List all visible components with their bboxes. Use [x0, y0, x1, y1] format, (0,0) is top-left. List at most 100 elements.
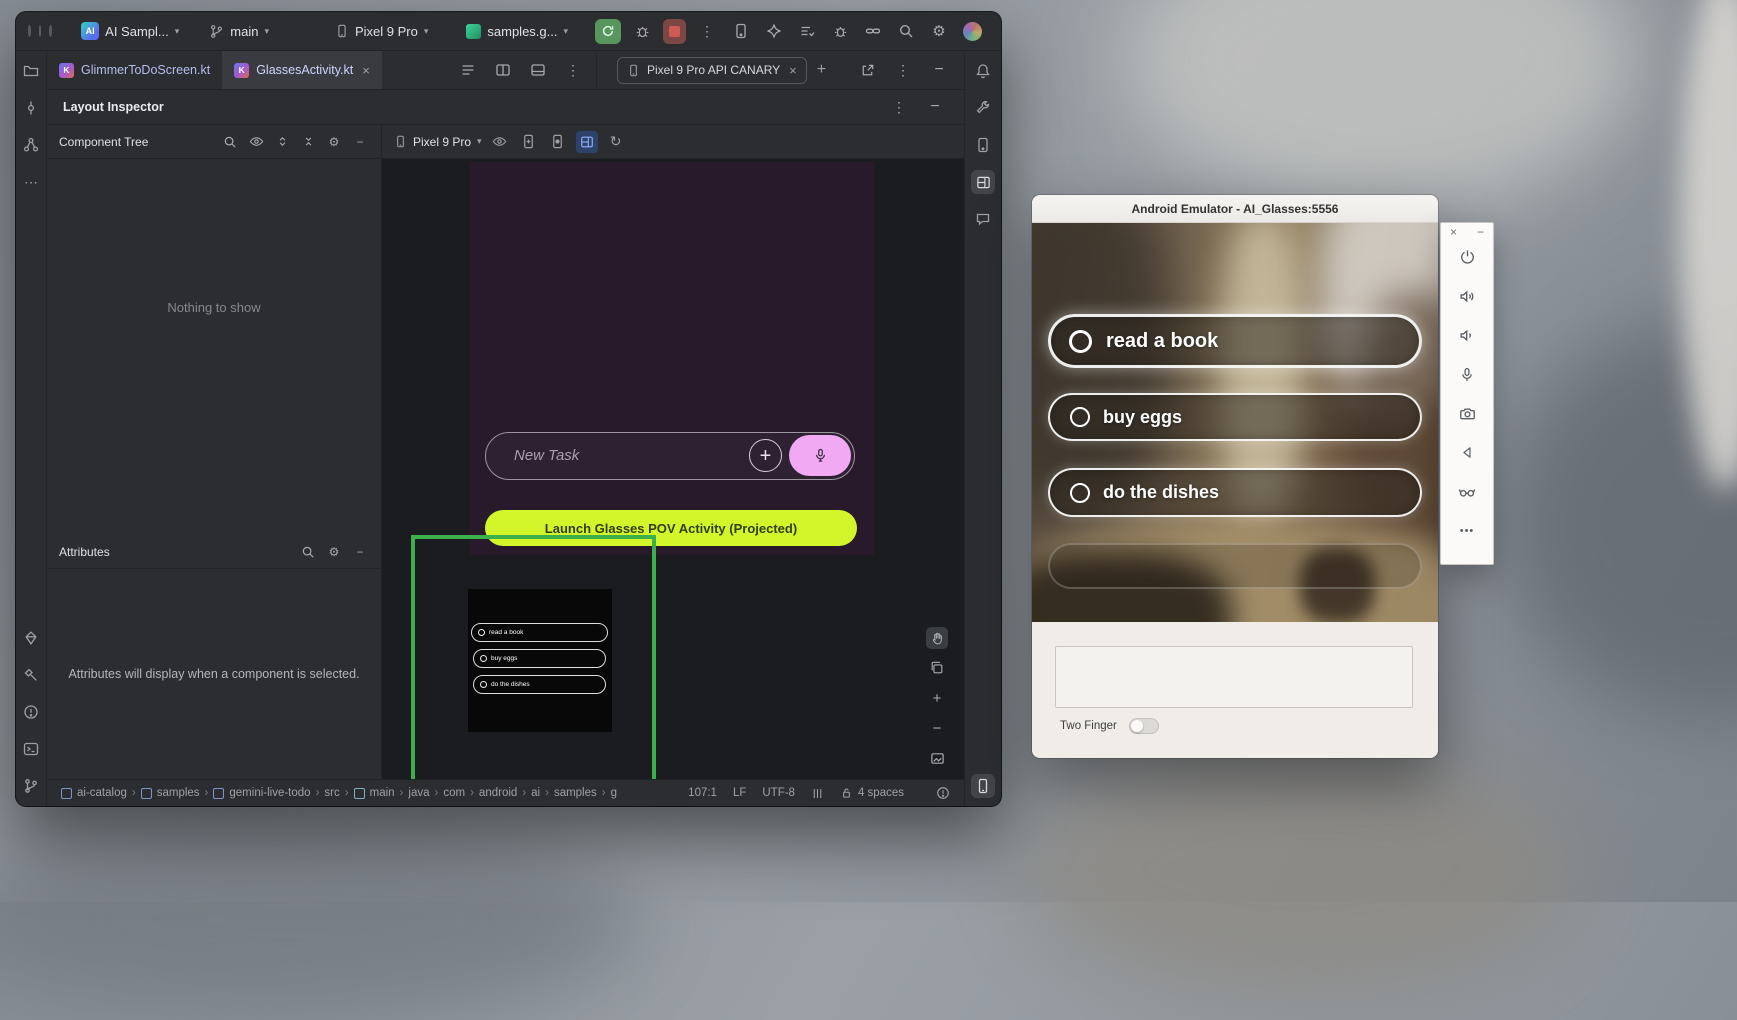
window-close-button[interactable]	[28, 25, 31, 37]
refresh-icon[interactable]: ↻	[605, 131, 627, 153]
hide-section-icon[interactable]: −	[351, 133, 369, 151]
version-control-icon[interactable]	[19, 774, 43, 798]
screen-record-icon[interactable]	[547, 131, 569, 153]
breadcrumb-item[interactable]: android	[479, 787, 517, 799]
breadcrumb-item[interactable]: samples	[554, 787, 597, 799]
settings-gear-icon[interactable]: ⚙	[325, 543, 343, 561]
panel-view-icon[interactable]	[525, 57, 551, 83]
assets-gem-icon[interactable]	[19, 626, 43, 650]
plugin-link-icon[interactable]	[860, 18, 886, 44]
more-tools-icon[interactable]: ⋯	[19, 170, 43, 194]
expand-all-icon[interactable]	[273, 133, 291, 151]
cursor-position-widget[interactable]: 107:1	[688, 787, 717, 799]
open-in-window-icon[interactable]	[854, 57, 880, 83]
close-icon[interactable]: ×	[1450, 226, 1457, 238]
visibility-eye-icon[interactable]	[489, 131, 511, 153]
hide-panel-icon[interactable]: −	[926, 57, 952, 83]
stop-button[interactable]	[663, 19, 686, 44]
pan-hand-icon[interactable]	[926, 627, 948, 649]
tab-options-icon[interactable]: ⋮	[560, 57, 586, 83]
breadcrumb-item[interactable]: com	[443, 787, 465, 799]
screenshot-icon[interactable]	[518, 131, 540, 153]
running-devices-tool-icon[interactable]	[971, 774, 995, 798]
project-tool-icon[interactable]	[19, 59, 43, 83]
glasses-button[interactable]	[1450, 472, 1484, 511]
breadcrumb-item[interactable]: gemini-live-todo	[213, 787, 310, 799]
breadcrumb-item[interactable]: ai-catalog	[61, 787, 127, 799]
gradle-tool-icon[interactable]	[971, 96, 995, 120]
voice-input-button[interactable]	[789, 435, 851, 476]
volume-down-button[interactable]	[1450, 316, 1484, 355]
indent-widget[interactable]: 4 spaces	[840, 787, 904, 800]
gemini-icon[interactable]	[761, 18, 787, 44]
commit-tool-icon[interactable]	[19, 96, 43, 120]
search-icon[interactable]	[221, 133, 239, 151]
zoom-out-icon[interactable]: −	[926, 717, 948, 739]
notifications-bell-icon[interactable]	[971, 59, 995, 83]
breadcrumb-item[interactable]: g	[611, 787, 617, 799]
tab-close-icon[interactable]: ×	[789, 63, 797, 78]
breadcrumb-item[interactable]: ai	[531, 787, 540, 799]
vcs-branch-selector[interactable]: main ▾	[202, 21, 276, 42]
device-selector[interactable]: Pixel 9 Pro ▾	[394, 135, 482, 149]
device-manager-icon[interactable]	[728, 18, 754, 44]
breadcrumb-item[interactable]: java	[408, 787, 429, 799]
todo-pill-buy-eggs[interactable]: buy eggs	[1048, 393, 1422, 441]
todo-pill-do-the-dishes[interactable]: do the dishes	[1048, 468, 1422, 517]
todo-list-icon[interactable]	[794, 18, 820, 44]
run-overflow-menu[interactable]: ⋮	[694, 18, 720, 44]
layers-icon[interactable]	[926, 657, 948, 679]
column-mode-icon[interactable]	[811, 787, 824, 800]
editor-tab-glimmertodoscreen[interactable]: K GlimmerToDoScreen.kt	[47, 51, 222, 89]
profile-globe-icon[interactable]	[959, 18, 985, 44]
editor-tab-glassesactivity[interactable]: K GlassesActivity.kt ×	[222, 51, 382, 89]
split-view-icon[interactable]	[490, 57, 516, 83]
build-hammer-icon[interactable]	[19, 663, 43, 687]
window-zoom-button[interactable]	[49, 25, 52, 37]
collapse-all-icon[interactable]	[299, 133, 317, 151]
microphone-button[interactable]	[1450, 355, 1484, 394]
emulator-titlebar[interactable]: Android Emulator - AI_Glasses:5556	[1032, 195, 1438, 223]
debug-button[interactable]	[629, 18, 655, 44]
fit-to-screen-icon[interactable]	[926, 747, 948, 769]
breadcrumb-item[interactable]: main	[354, 787, 395, 799]
run-configuration-selector[interactable]: samples.g... ▾	[459, 21, 575, 42]
settings-gear-icon[interactable]: ⚙	[325, 133, 343, 151]
inspections-status-icon[interactable]	[936, 786, 950, 800]
volume-up-button[interactable]	[1450, 277, 1484, 316]
running-device-tab[interactable]: Pixel 9 Pro API CANARY ×	[617, 57, 807, 84]
two-finger-toggle[interactable]	[1129, 718, 1159, 734]
hide-panel-icon[interactable]: −	[922, 94, 948, 120]
layout-inspector-toggle-icon[interactable]	[576, 131, 598, 153]
layout-inspector-tool-icon[interactable]	[971, 170, 995, 194]
structure-tool-icon[interactable]	[19, 133, 43, 157]
profiler-bug-icon[interactable]	[827, 18, 853, 44]
zoom-in-icon[interactable]: +	[926, 687, 948, 709]
minimize-icon[interactable]: −	[1477, 226, 1484, 238]
todo-pill-read-a-book[interactable]: read a book	[1048, 314, 1422, 368]
rerun-button[interactable]	[595, 19, 621, 44]
tab-close-icon[interactable]: ×	[362, 63, 370, 78]
add-task-button[interactable]: +	[749, 439, 782, 472]
problems-tool-icon[interactable]	[19, 700, 43, 724]
chat-bubble-icon[interactable]	[971, 207, 995, 231]
search-icon[interactable]	[299, 543, 317, 561]
search-icon[interactable]	[893, 18, 919, 44]
line-ending-widget[interactable]: LF	[733, 787, 746, 799]
panel-options-icon[interactable]: ⋮	[890, 57, 916, 83]
visibility-eye-icon[interactable]	[247, 133, 265, 151]
add-device-tab-icon[interactable]: +	[817, 61, 826, 79]
panel-options-icon[interactable]: ⋮	[886, 94, 912, 120]
back-button[interactable]	[1450, 433, 1484, 472]
settings-gear-icon[interactable]: ⚙	[926, 18, 952, 44]
breadcrumb-item[interactable]: samples	[141, 787, 200, 799]
project-selector[interactable]: AI AI Sampl... ▾	[74, 19, 186, 43]
window-minimize-button[interactable]	[39, 25, 42, 37]
power-button[interactable]	[1450, 238, 1484, 277]
camera-button[interactable]	[1450, 394, 1484, 433]
device-manager-tool-icon[interactable]	[971, 133, 995, 157]
more-options-button[interactable]: •••	[1450, 511, 1484, 550]
encoding-widget[interactable]: UTF-8	[762, 787, 795, 799]
breadcrumb-item[interactable]: src	[324, 787, 339, 799]
new-task-input[interactable]: New Task +	[485, 432, 855, 480]
